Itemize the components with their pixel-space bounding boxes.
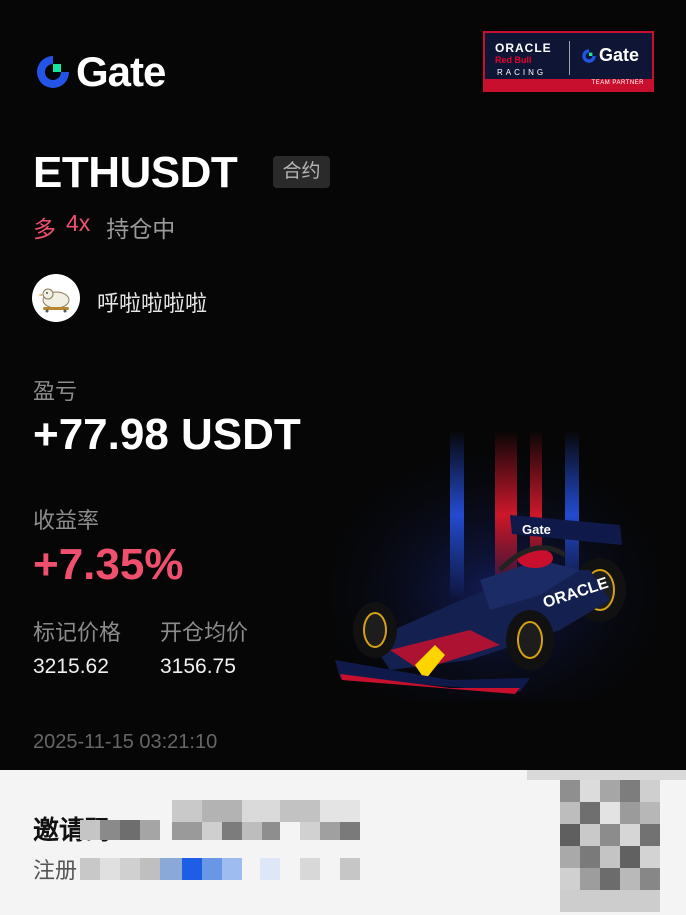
gate-logo-icon <box>37 56 69 88</box>
roi-label: 收益率 <box>33 508 100 533</box>
partner-badge: ORACLE Red Bull RACING Gate TEAM PARTNER <box>483 31 654 92</box>
entry-price-label: 开仓均价 <box>160 620 249 645</box>
roi-value: +7.35% <box>33 540 184 589</box>
entry-price-value: 3156.75 <box>160 655 236 678</box>
f1-car-image: Gate ORACLE <box>330 430 660 700</box>
trading-pair: ETHUSDT <box>33 148 238 197</box>
partner-strip: TEAM PARTNER <box>485 79 652 90</box>
partner-gate-text: Gate <box>599 45 640 65</box>
partner-divider <box>569 41 570 75</box>
svg-text:Gate: Gate <box>522 522 551 537</box>
position-status: 持仓中 <box>106 216 176 242</box>
partner-racing: RACING <box>497 68 547 77</box>
mark-price-label: 标记价格 <box>33 620 122 645</box>
partner-tag: TEAM PARTNER <box>591 80 644 86</box>
pnl-label: 盈亏 <box>33 379 78 404</box>
username: 呼啦啦啦啦 <box>97 291 208 316</box>
gate-logo: Gate <box>34 48 166 96</box>
timestamp: 2025-11-15 03:21:10 <box>33 731 218 753</box>
brand-name: Gate <box>76 48 166 95</box>
pnl-value: +77.98 USDT <box>33 410 301 459</box>
contract-tag: 合约 <box>273 156 330 188</box>
duck-avatar-icon <box>38 288 70 313</box>
leverage: 4x <box>66 210 91 236</box>
gate-logo-icon <box>582 48 596 63</box>
register-label: 注册 <box>33 858 78 883</box>
position-info: 多 4x 持仓中 <box>33 210 175 244</box>
avatar <box>32 274 80 322</box>
position-side: 多 <box>33 216 56 242</box>
share-card: Gate ORACLE Red Bull RACING Gate TEAM PA… <box>0 0 686 770</box>
partner-gate: Gate <box>581 45 639 66</box>
mark-price-value: 3215.62 <box>33 655 109 678</box>
partner-redbull: Red Bull <box>495 55 532 65</box>
partner-oracle: ORACLE <box>495 41 552 55</box>
qr-code-redacted <box>527 770 686 915</box>
